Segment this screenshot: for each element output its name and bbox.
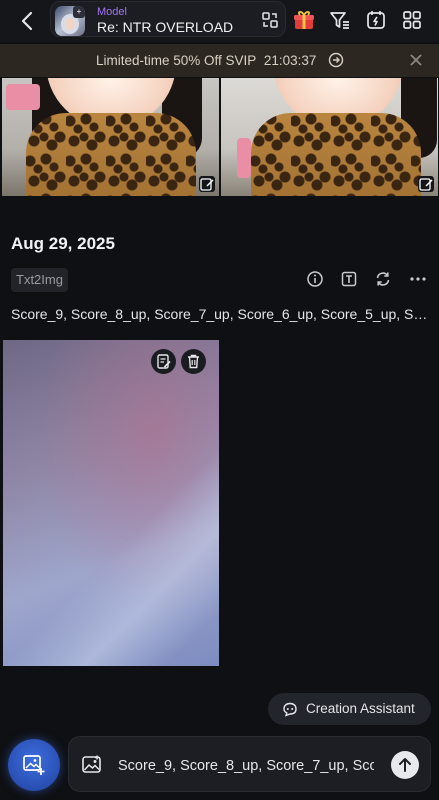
grid-icon[interactable] [400,8,424,32]
model-selector[interactable]: + Model Re: NTR OVERLOAD [50,1,286,37]
result-thumbnail[interactable] [2,78,219,196]
prompt-input[interactable] [118,755,374,777]
text-icon[interactable] [340,270,358,288]
prompt-composer[interactable] [68,736,431,792]
send-arrow-icon [399,758,411,772]
result-thumbnail[interactable] [221,78,438,196]
swap-icon[interactable] [261,11,279,29]
chat-bubble-icon [282,701,298,717]
entry-date: Aug 29, 2025 [11,234,115,253]
mode-tag: Txt2Img [11,268,68,292]
filter-icon[interactable] [328,8,352,32]
creation-assistant-label: Creation Assistant [306,701,415,716]
info-icon[interactable] [306,270,324,288]
image-add-icon [23,755,45,775]
promo-text: Limited-time 50% Off SVIP 21:03:37 [96,53,316,68]
edit-note-icon[interactable] [151,349,176,374]
close-icon[interactable] [408,52,424,68]
refresh-icon[interactable] [374,270,392,288]
image-add-button[interactable] [8,739,60,791]
model-name: Re: NTR OVERLOAD [97,19,234,35]
gift-icon[interactable] [292,8,316,32]
more-icon[interactable] [409,270,427,288]
send-button[interactable] [391,751,419,779]
promo-countdown: 21:03:37 [263,53,317,68]
creation-assistant-button[interactable]: Creation Assistant [268,693,431,725]
image-icon[interactable] [81,754,103,776]
edit-icon[interactable] [418,176,434,192]
promo-label: Limited-time 50% Off SVIP [96,53,257,68]
edit-icon[interactable] [199,176,215,192]
prompt-text[interactable]: Score_9, Score_8_up, Score_7_up, Score_6… [11,306,429,322]
back-arrow-icon[interactable] [16,9,40,33]
avatar-badge: + [73,6,85,18]
promo-banner[interactable]: Limited-time 50% Off SVIP 21:03:37 [0,44,439,77]
arrow-right-circle-icon[interactable] [328,52,344,68]
generated-image[interactable] [3,340,219,666]
model-avatar: + [55,6,85,36]
top-bar: + Model Re: NTR OVERLOAD [0,0,439,42]
trash-icon[interactable] [181,349,206,374]
flash-card-icon[interactable] [364,8,388,32]
model-label: Model [97,6,127,18]
